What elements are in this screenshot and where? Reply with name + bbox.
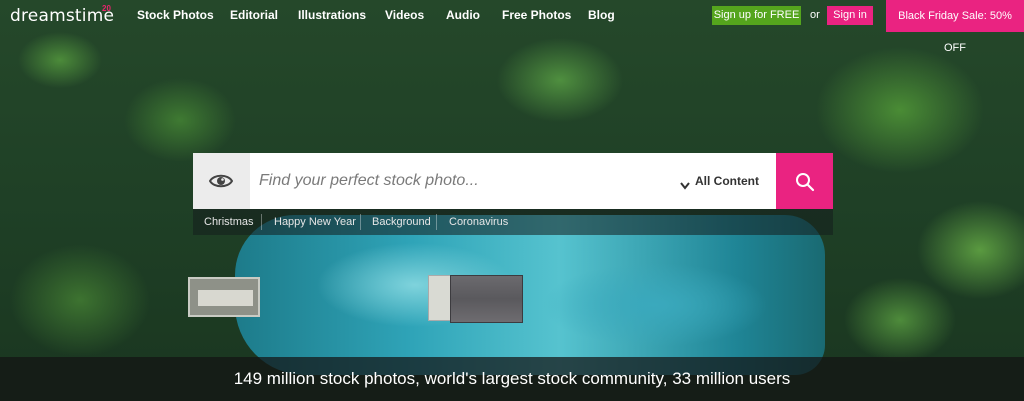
logo-anniversary-badge: 20 <box>102 4 111 13</box>
stats-text: 149 million stock photos, world's larges… <box>233 369 791 388</box>
stats-banner: 149 million stock photos, world's larges… <box>0 357 1024 401</box>
nav-stock-photos[interactable]: Stock Photos <box>137 8 214 22</box>
promo-banner-button[interactable]: Black Friday Sale: 50% OFF <box>886 0 1024 54</box>
search-icon <box>796 173 815 192</box>
signup-button[interactable]: Sign up for FREE <box>712 6 801 25</box>
visual-search-button[interactable] <box>193 153 250 209</box>
tag-link[interactable]: Christmas <box>204 216 254 228</box>
popular-searches: Christmas Happy New Year Background Coro… <box>193 209 833 235</box>
search-button[interactable] <box>776 153 833 209</box>
tag-link[interactable]: Coronavirus <box>449 216 508 228</box>
nav-blog[interactable]: Blog <box>588 8 615 22</box>
chevron-down-icon <box>680 177 690 195</box>
search-bar: All Content <box>193 153 833 209</box>
content-scope-dropdown[interactable]: All Content <box>695 174 759 188</box>
tag-link[interactable]: Background <box>372 216 431 228</box>
nav-illustrations[interactable]: Illustrations <box>298 8 366 22</box>
nav-audio[interactable]: Audio <box>446 8 480 22</box>
eye-icon <box>208 171 234 196</box>
nav-videos[interactable]: Videos <box>385 8 424 22</box>
nav-editorial[interactable]: Editorial <box>230 8 278 22</box>
search-input[interactable] <box>259 166 659 196</box>
logo[interactable]: dreamstime <box>10 6 114 26</box>
signin-button[interactable]: Sign in <box>827 6 873 25</box>
or-separator: or <box>810 9 820 21</box>
tag-link[interactable]: Happy New Year <box>274 216 356 228</box>
lake-image-region <box>235 215 825 375</box>
nav-free-photos[interactable]: Free Photos <box>502 8 571 22</box>
boathouse-image-region <box>428 275 523 323</box>
top-header: dreamstime 20 Stock Photos Editorial Ill… <box>0 0 1024 54</box>
